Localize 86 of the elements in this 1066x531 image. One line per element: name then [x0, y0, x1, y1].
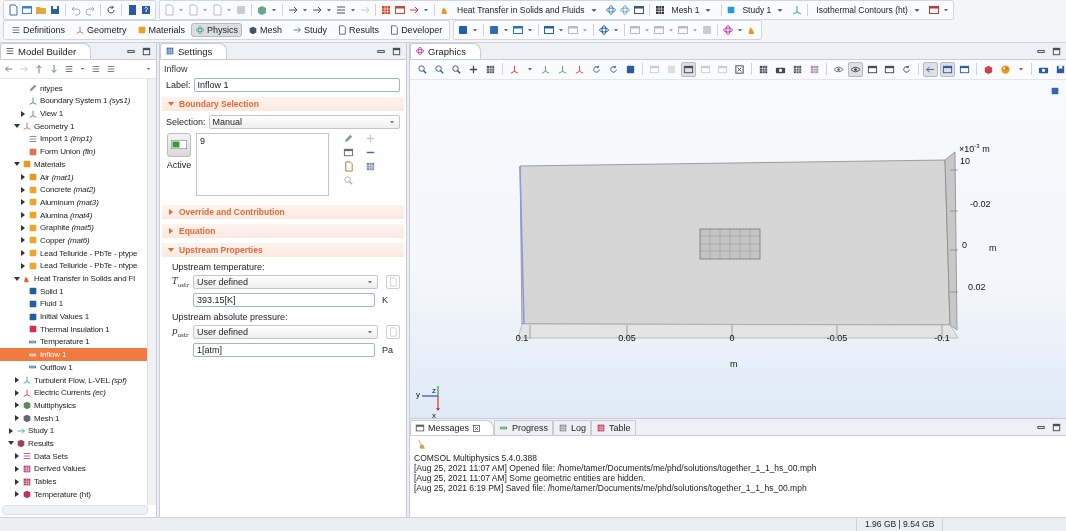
- value-field[interactable]: 1[atm]: [193, 342, 375, 357]
- tree-item[interactable]: Air (mat1): [0, 170, 147, 184]
- tree-item[interactable]: Lead Telluride - PbTe - ntype: [0, 259, 147, 273]
- active-label: Active: [166, 159, 192, 170]
- tree-item[interactable]: Temperature (ht): [0, 487, 147, 501]
- method-dropdown[interactable]: User defined: [193, 274, 378, 289]
- tree-item[interactable]: Study 1: [0, 424, 147, 438]
- field-label: Selection:: [166, 116, 206, 127]
- field-caption: Upstream temperature:: [171, 260, 266, 273]
- log-line: COMSOL Multiphysics 5.4.0.388: [414, 453, 538, 463]
- axis-unit-label: m: [989, 242, 997, 253]
- tree-item[interactable]: Import 1 (imp1): [0, 132, 147, 146]
- toolbar-dropdown[interactable]: Isothermal Contours (ht): [812, 5, 926, 15]
- tree-item[interactable]: Geometry 1: [0, 119, 147, 133]
- field-label: Label:: [166, 79, 191, 90]
- unit-label: Pa: [381, 344, 394, 355]
- axis-tick-label: 0: [962, 239, 967, 250]
- toolbar-dropdown[interactable]: Study 1: [738, 5, 790, 15]
- tree-item[interactable]: Alumina (mat4): [0, 208, 147, 222]
- axis-label: z: [432, 385, 436, 395]
- memory-usage: 1.96 GB | 9.54 GB: [856, 518, 944, 531]
- label-field[interactable]: Inflow 1: [193, 77, 400, 92]
- symbol-label: p$_{ustr}$: [171, 326, 190, 338]
- tree-item[interactable]: Derived Values: [0, 462, 147, 476]
- ribbon-tab[interactable]: Developer: [385, 23, 447, 37]
- list-item[interactable]: 9: [200, 135, 325, 146]
- tree-item[interactable]: Copper (mat6): [0, 234, 147, 247]
- tree-item[interactable]: Heat Transfer in Solids and Fl: [0, 272, 147, 285]
- axis-scale-label: ×10$^{-3}$ m: [959, 142, 990, 154]
- axis-unit-label: m: [730, 358, 738, 369]
- axis-tick-label: -0.02: [970, 198, 991, 209]
- tree-item[interactable]: Temperature 1: [0, 335, 147, 349]
- ribbon-tab[interactable]: Results: [333, 23, 384, 37]
- tree-item[interactable]: Data Sets: [0, 449, 147, 463]
- tree-item[interactable]: Solid 1: [0, 284, 147, 298]
- tree-item[interactable]: View 1: [0, 107, 147, 120]
- log-line: [Aug 25, 2021 11:07 AM] Some geometric entities are hidden.: [414, 473, 647, 483]
- axis-tick-label: 0: [729, 332, 735, 343]
- log-line: [Aug 25, 2021 6:19 PM] Saved file: /home/tamer/Documents/me/phd/solutions/together_1_1_hs_00.mph: [414, 483, 808, 493]
- node-type-heading: Inflow: [163, 62, 189, 76]
- tree-item[interactable]: Mesh 1: [0, 411, 147, 425]
- axis-tick-label: -0.1: [934, 332, 950, 343]
- ribbon-tab[interactable]: Mesh: [244, 23, 287, 37]
- selection-list[interactable]: 9: [196, 132, 329, 196]
- log-line: [Aug 25, 2021 11:07 AM] Opened file: /home/tamer/Documents/me/phd/solutions/together_1_1_hs_00.mph: [414, 463, 818, 473]
- tree-item[interactable]: Initial Values 1: [0, 310, 147, 323]
- tree-item[interactable]: Multiphysics: [0, 399, 147, 412]
- ribbon-tab[interactable]: Materials: [132, 23, 190, 37]
- tree-item[interactable]: Results: [0, 437, 147, 450]
- ribbon-tab[interactable]: Study: [288, 23, 332, 37]
- axis-label: x: [432, 410, 436, 418]
- unit-label: K: [381, 294, 389, 305]
- ribbon-tab[interactable]: Physics: [191, 23, 243, 37]
- tree-item[interactable]: Outflow 1: [0, 360, 147, 374]
- value-field[interactable]: 393.15[K]: [193, 292, 375, 307]
- toolbar-dropdown[interactable]: Mesh 1: [667, 5, 718, 15]
- tree-item[interactable]: Graphite (mat5): [0, 221, 147, 235]
- tree-item[interactable]: Materials: [0, 157, 147, 171]
- axis-tick-label: 0.05: [618, 332, 636, 343]
- tree-item[interactable]: Thermal Insulation 1: [0, 322, 147, 336]
- tree-item[interactable]: Boundary System 1 (sys1): [0, 94, 147, 108]
- symbol-label: T$_{ustr}$: [171, 276, 190, 288]
- tree-item[interactable]: Form Union (fin): [0, 145, 147, 158]
- axis-tick-label: -0.05: [826, 332, 848, 343]
- field-caption: Upstream absolute pressure:: [171, 310, 289, 323]
- tree-item[interactable]: ntypes: [0, 81, 147, 95]
- selection-dropdown[interactable]: Manual: [208, 114, 400, 129]
- axis-tick-label: 10: [960, 155, 970, 166]
- ribbon-tab[interactable]: Definitions: [7, 23, 70, 37]
- axis-label: y: [416, 389, 420, 399]
- axis-tick-label: 0.1: [515, 332, 529, 343]
- tree-item[interactable]: Concrete (mat2): [0, 183, 147, 197]
- tree-item[interactable]: Aluminum (mat3): [0, 196, 147, 209]
- panel-tab[interactable]: Table: [591, 420, 636, 435]
- panel-tab[interactable]: Messages: [410, 420, 495, 435]
- axis-tick-label: 0.02: [968, 281, 986, 292]
- tree-item[interactable]: Turbulent Flow, L-VEL (spf): [0, 373, 147, 387]
- ribbon-tab[interactable]: Geometry: [71, 23, 131, 37]
- tree-item[interactable]: Fluid 1: [0, 297, 147, 311]
- panel-tab[interactable]: Log: [553, 420, 592, 435]
- tree-item[interactable]: Lead Telluride - PbTe - ptype: [0, 246, 147, 260]
- panel-tab[interactable]: Progress: [494, 420, 554, 435]
- tree-item[interactable]: Tables: [0, 475, 147, 488]
- method-dropdown[interactable]: User defined: [193, 324, 378, 339]
- toolbar-dropdown[interactable]: Heat Transfer in Solids and Fluids: [453, 5, 603, 15]
- tree-item[interactable]: Electric Currents (ec): [0, 386, 147, 400]
